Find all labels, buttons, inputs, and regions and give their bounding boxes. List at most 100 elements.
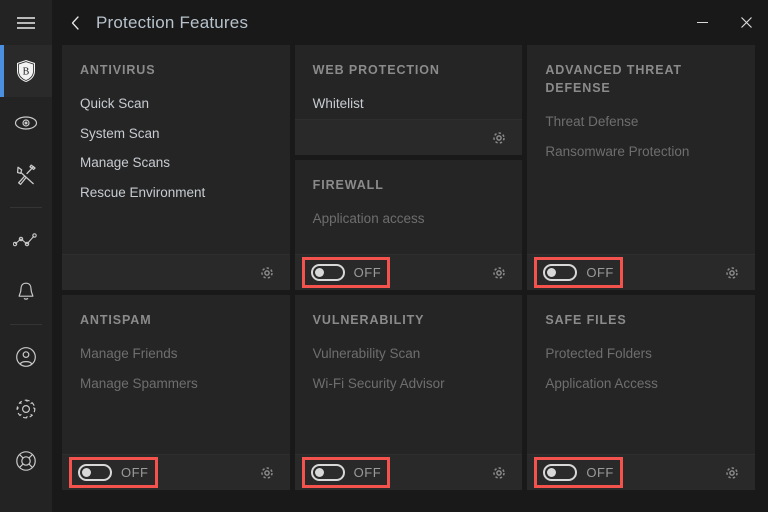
main-region: Protection Features ANTIVIRUS Quick Scan… — [52, 0, 768, 512]
card-antivirus-body: ANTIVIRUS Quick Scan System Scan Manage … — [62, 45, 290, 254]
vulnerability-toggle-label: OFF — [353, 465, 382, 480]
grid-column-2-bottom: VULNERABILITY Vulnerability Scan Wi-Fi S… — [294, 295, 523, 490]
card-advanced-threat-defense: ADVANCED THREAT DEFENSE Threat Defense R… — [527, 45, 755, 290]
card-advanced-threat-defense-title: ADVANCED THREAT DEFENSE — [545, 63, 682, 96]
firewall-toggle-label: OFF — [353, 265, 382, 280]
card-web-protection-body: WEB PROTECTION Whitelist — [295, 45, 523, 119]
safe-files-toggle[interactable]: OFF — [534, 457, 623, 488]
link-system-scan[interactable]: System Scan — [80, 121, 272, 147]
safe-files-toggle-label: OFF — [586, 465, 614, 480]
hamburger-menu-icon — [17, 14, 35, 32]
safe-files-settings-gear-icon[interactable] — [723, 464, 741, 482]
card-firewall: FIREWALL Application access OFF — [294, 160, 523, 290]
grid-column-3-top: ADVANCED THREAT DEFENSE Threat Defense R… — [527, 45, 755, 290]
advanced-threat-defense-toggle-label: OFF — [586, 265, 614, 280]
link-application-access[interactable]: Application access — [313, 206, 505, 232]
advanced-threat-defense-toggle[interactable]: OFF — [534, 257, 623, 288]
link-ransomware-protection[interactable]: Ransomware Protection — [545, 139, 737, 165]
card-vulnerability-title: VULNERABILITY — [312, 313, 425, 327]
card-antivirus: ANTIVIRUS Quick Scan System Scan Manage … — [62, 45, 290, 290]
safe-files-switch-icon — [543, 464, 578, 481]
left-sidebar: B — [0, 0, 52, 512]
sidebar-item-settings[interactable] — [0, 383, 52, 435]
link-rescue-environment[interactable]: Rescue Environment — [80, 180, 272, 206]
window-controls — [680, 0, 768, 45]
grid-column-3-bottom: SAFE FILES Protected Folders Application… — [527, 295, 755, 490]
link-manage-spammers[interactable]: Manage Spammers — [80, 371, 272, 397]
card-web-protection-footer — [294, 119, 523, 155]
web-protection-settings-gear-icon[interactable] — [490, 129, 508, 147]
title-bar: Protection Features — [52, 0, 768, 45]
lifebuoy-icon — [15, 450, 37, 472]
chevron-left-icon — [70, 15, 81, 31]
features-grid: ANTIVIRUS Quick Scan System Scan Manage … — [52, 45, 768, 512]
card-safe-files: SAFE FILES Protected Folders Application… — [527, 295, 755, 490]
application-window: B Protection Features ANTIVIRUS Quick Sc… — [0, 0, 768, 512]
card-safe-files-body: SAFE FILES Protected Folders Application… — [527, 295, 755, 454]
link-whitelist[interactable]: Whitelist — [313, 91, 505, 117]
firewall-switch-icon — [310, 264, 345, 281]
gear-icon — [15, 398, 37, 420]
close-icon — [740, 16, 753, 29]
close-button[interactable] — [724, 0, 768, 45]
card-advanced-threat-defense-footer: OFF — [527, 254, 755, 290]
link-manage-scans[interactable]: Manage Scans — [80, 150, 272, 176]
antispam-toggle-label: OFF — [121, 465, 149, 480]
card-firewall-body: FIREWALL Application access — [295, 160, 523, 254]
card-firewall-footer: OFF — [294, 254, 523, 290]
link-threat-defense[interactable]: Threat Defense — [545, 109, 737, 135]
sidebar-item-account[interactable] — [0, 331, 52, 383]
firewall-settings-gear-icon[interactable] — [490, 264, 508, 282]
page-title: Protection Features — [96, 12, 249, 32]
antispam-settings-gear-icon[interactable] — [258, 464, 276, 482]
sidebar-item-support[interactable] — [0, 435, 52, 487]
eye-icon — [14, 115, 38, 131]
card-firewall-title: FIREWALL — [312, 178, 384, 192]
grid-column-1-top: ANTIVIRUS Quick Scan System Scan Manage … — [62, 45, 290, 290]
card-vulnerability-body: VULNERABILITY Vulnerability Scan Wi-Fi S… — [295, 295, 523, 454]
grid-column-2-top: WEB PROTECTION Whitelist FIREWALL Applic… — [294, 45, 523, 290]
sidebar-item-protection[interactable]: B — [0, 45, 52, 97]
antispam-toggle[interactable]: OFF — [69, 457, 158, 488]
hamburger-menu-button[interactable] — [0, 0, 52, 45]
sidebar-divider-2 — [10, 324, 42, 325]
sidebar-item-privacy[interactable] — [0, 97, 52, 149]
bell-icon — [16, 281, 36, 303]
minimize-icon — [696, 22, 708, 23]
link-wifi-security-advisor[interactable]: Wi-Fi Security Advisor — [313, 371, 505, 397]
back-button[interactable] — [62, 8, 88, 38]
card-antispam-body: ANTISPAM Manage Friends Manage Spammers — [62, 295, 290, 454]
card-antispam: ANTISPAM Manage Friends Manage Spammers … — [62, 295, 290, 490]
card-safe-files-footer: OFF — [527, 454, 755, 490]
grid-column-1-bottom: ANTISPAM Manage Friends Manage Spammers … — [62, 295, 290, 490]
minimize-button[interactable] — [680, 0, 724, 45]
card-vulnerability: VULNERABILITY Vulnerability Scan Wi-Fi S… — [294, 295, 523, 490]
advanced-threat-defense-settings-gear-icon[interactable] — [723, 264, 741, 282]
link-protected-folders[interactable]: Protected Folders — [545, 341, 737, 367]
antispam-switch-icon — [78, 464, 112, 481]
card-web-protection: WEB PROTECTION Whitelist — [294, 45, 523, 155]
sidebar-item-activity[interactable] — [0, 214, 52, 266]
vulnerability-toggle[interactable]: OFF — [301, 457, 391, 488]
sidebar-item-notifications[interactable] — [0, 266, 52, 318]
link-vulnerability-scan[interactable]: Vulnerability Scan — [313, 341, 505, 367]
user-circle-icon — [15, 346, 37, 368]
card-antispam-title: ANTISPAM — [80, 313, 152, 327]
card-web-protection-title: WEB PROTECTION — [312, 63, 440, 77]
sidebar-item-utilities[interactable] — [0, 149, 52, 201]
activity-chart-icon — [13, 232, 39, 248]
card-antivirus-title: ANTIVIRUS — [80, 63, 156, 77]
vulnerability-settings-gear-icon[interactable] — [490, 464, 508, 482]
card-antispam-footer: OFF — [62, 454, 290, 490]
vulnerability-switch-icon — [310, 464, 345, 481]
card-safe-files-title: SAFE FILES — [545, 313, 627, 327]
link-quick-scan[interactable]: Quick Scan — [80, 91, 272, 117]
tools-icon — [14, 163, 38, 187]
firewall-toggle[interactable]: OFF — [301, 257, 391, 288]
shield-b-logo-icon: B — [15, 59, 37, 83]
link-application-access-safe-files[interactable]: Application Access — [545, 371, 737, 397]
link-manage-friends[interactable]: Manage Friends — [80, 341, 272, 367]
card-antivirus-footer — [62, 254, 290, 290]
antivirus-settings-gear-icon[interactable] — [258, 264, 276, 282]
svg-text:B: B — [23, 66, 30, 77]
